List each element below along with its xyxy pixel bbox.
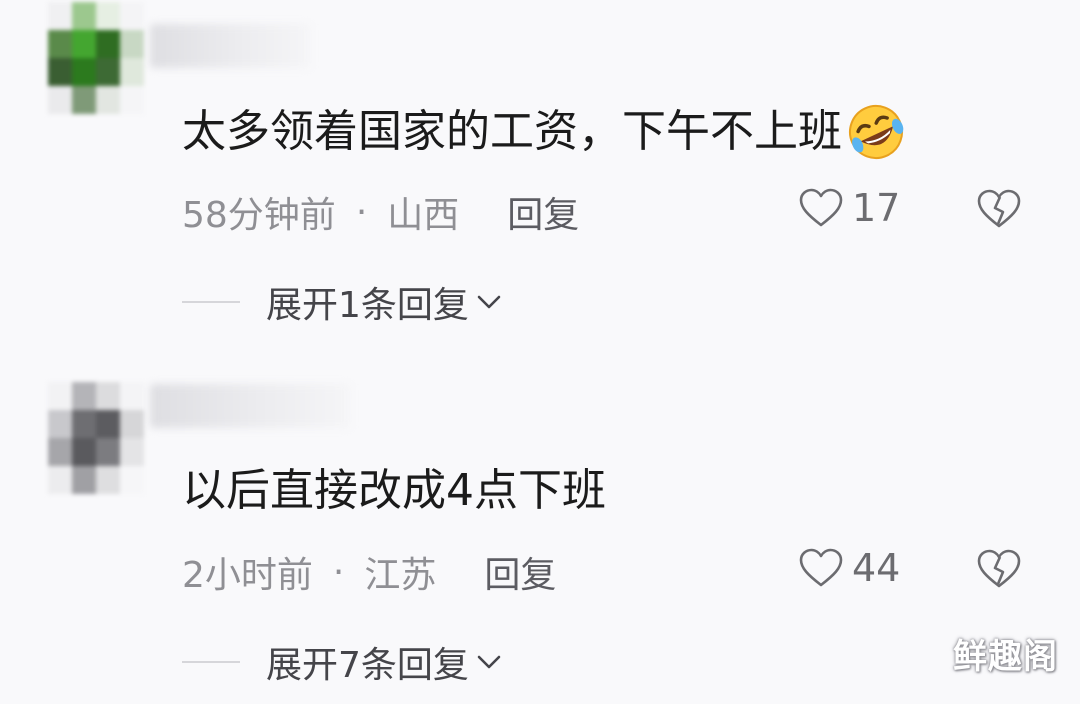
comment-text: 太多领着国家的工资，下午不上班	[182, 102, 908, 162]
expand-replies-button[interactable]: 展开7条回复	[182, 636, 503, 688]
reply-button[interactable]: 回复	[484, 546, 556, 598]
separator: ·	[355, 191, 368, 233]
rolling-on-floor-laughing-emoji-icon	[849, 105, 904, 159]
comment-text: 以后直接改成4点下班	[182, 465, 606, 516]
comment-meta: 2小时前 · 江苏 回复	[182, 546, 556, 598]
chevron-down-icon	[477, 655, 501, 669]
avatar[interactable]	[48, 382, 144, 494]
chevron-down-icon	[477, 295, 501, 309]
like-count: 44	[852, 546, 901, 590]
timestamp: 2小时前	[182, 555, 313, 596]
watermark: 鲜趣阁	[953, 637, 1058, 677]
divider	[182, 661, 240, 663]
broken-heart-icon[interactable]	[976, 188, 1022, 230]
username[interactable]	[150, 24, 310, 68]
location: 江苏	[364, 555, 437, 596]
reply-button[interactable]: 回复	[507, 186, 579, 238]
like-button[interactable]: 44	[798, 546, 900, 590]
heart-icon	[799, 188, 843, 227]
divider	[182, 301, 240, 303]
broken-heart-icon[interactable]	[976, 548, 1022, 590]
avatar[interactable]	[48, 2, 144, 114]
like-count: 17	[852, 186, 901, 230]
like-button[interactable]: 17	[798, 186, 900, 230]
location: 山西	[387, 195, 460, 236]
separator: ·	[332, 551, 345, 593]
expand-replies-button[interactable]: 展开1条回复	[182, 276, 503, 328]
comment-meta: 58分钟前 · 山西 回复	[182, 186, 579, 238]
username[interactable]	[150, 384, 350, 428]
timestamp: 58分钟前	[182, 195, 336, 236]
heart-icon	[799, 548, 843, 587]
